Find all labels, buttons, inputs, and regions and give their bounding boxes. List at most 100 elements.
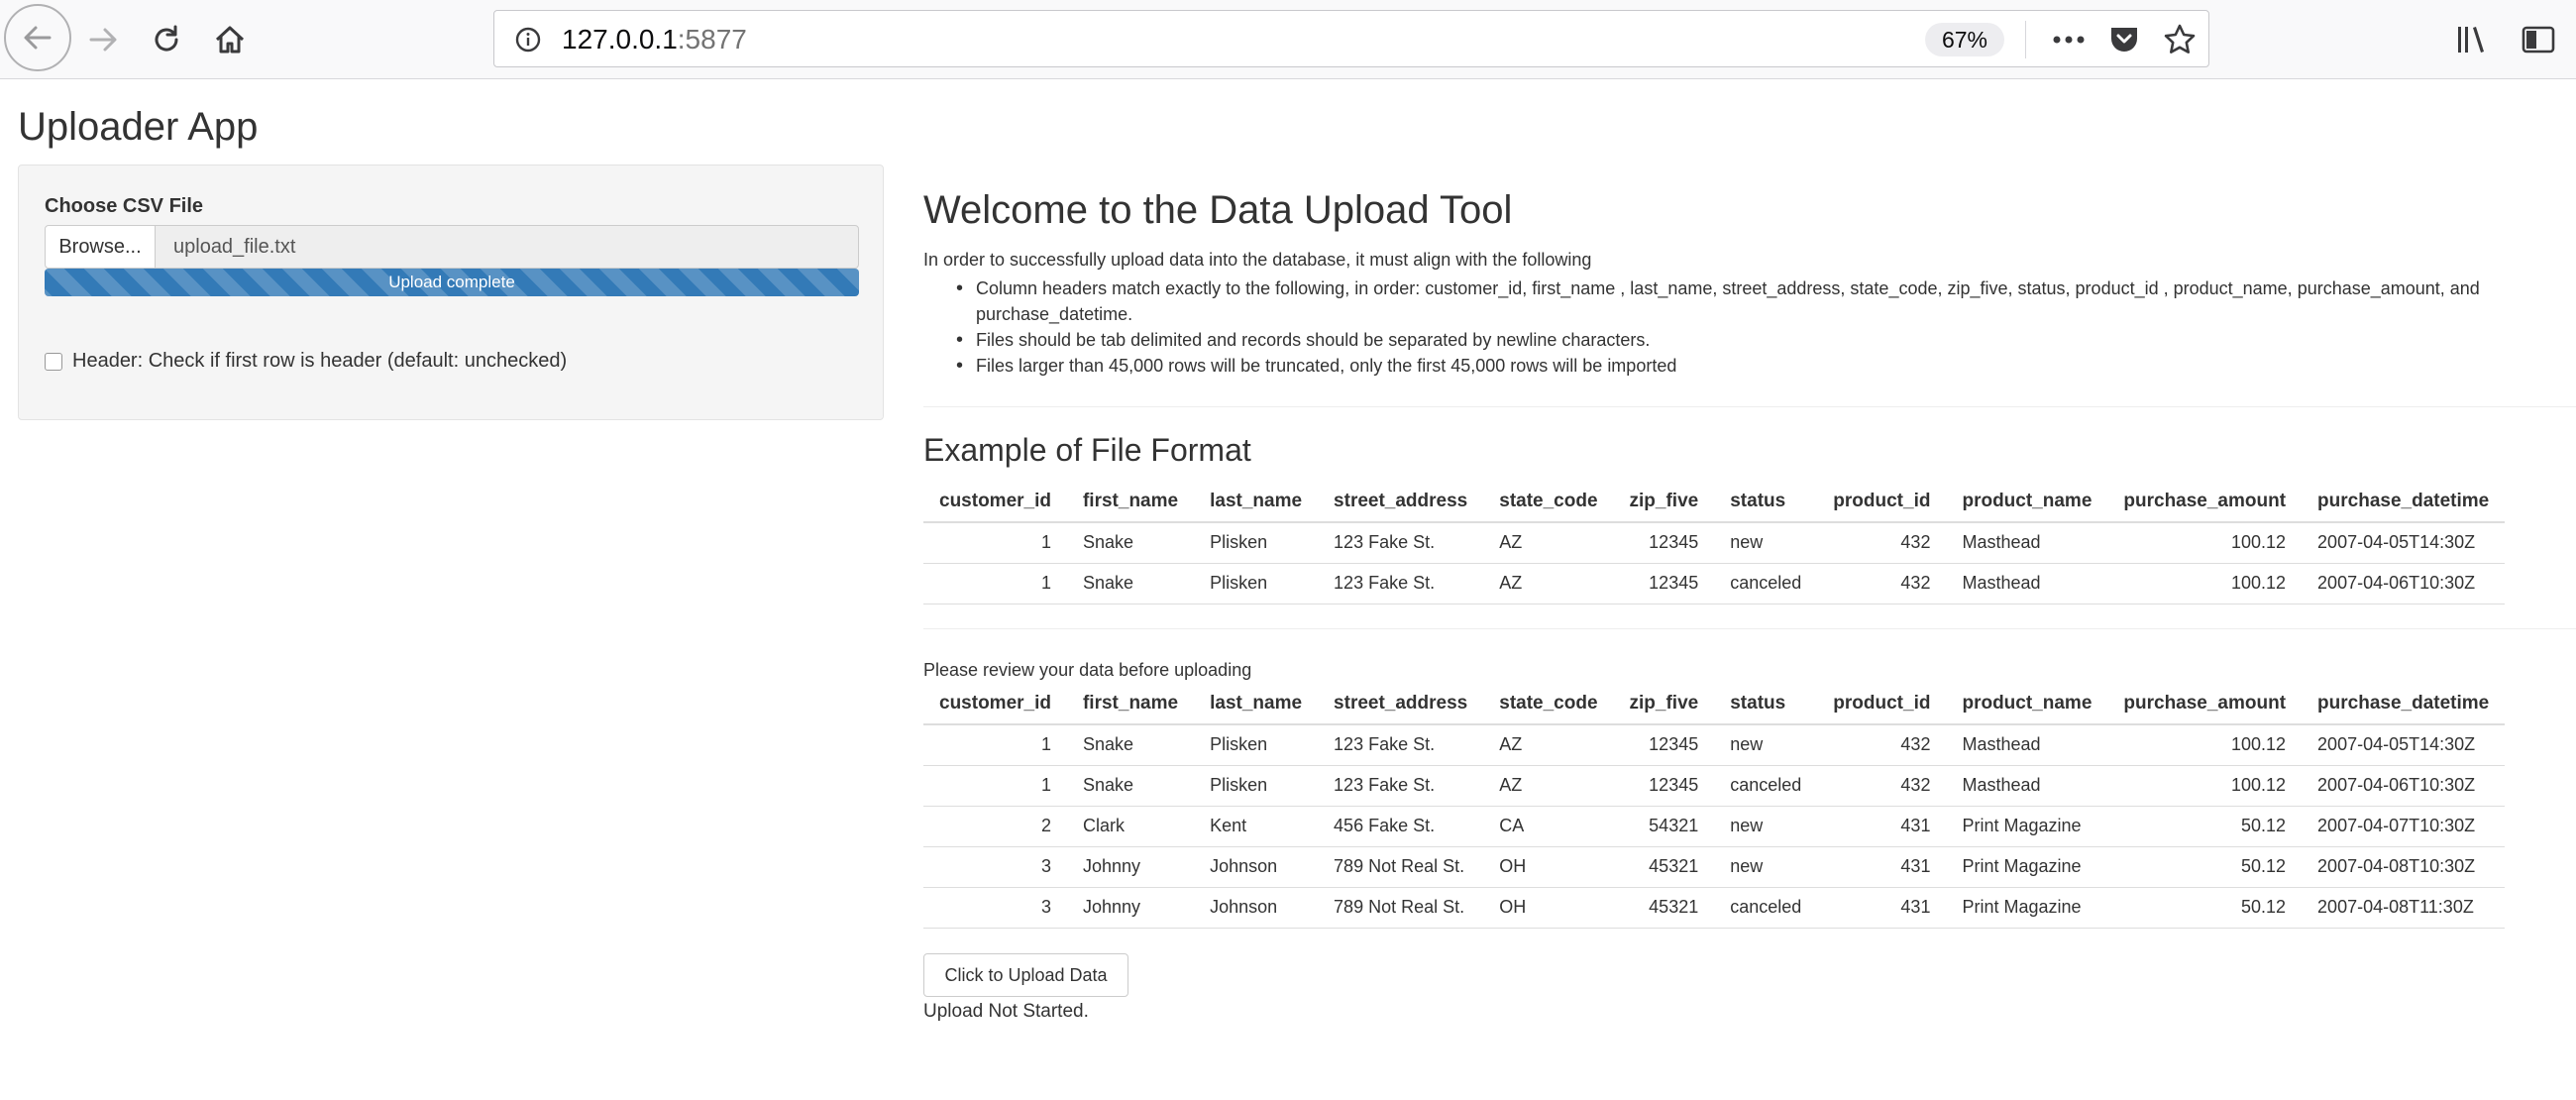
rule-item: Files should be tab delimited and record… — [923, 327, 2548, 353]
table-cell: AZ — [1483, 563, 1614, 605]
url-host: 127.0.0.1 — [562, 24, 678, 55]
table-cell: Johnson — [1194, 887, 1319, 929]
table-cell: 1 — [923, 563, 1067, 605]
url-port: :5877 — [677, 24, 747, 55]
table-cell: 100.12 — [2107, 563, 2303, 605]
table-cell: new — [1714, 806, 1818, 847]
column-header-customer-id: customer_id — [923, 683, 1067, 725]
upload-button[interactable]: Click to Upload Data — [923, 953, 1128, 997]
table-cell: 123 Fake St. — [1318, 563, 1484, 605]
table-cell: 12345 — [1613, 765, 1715, 807]
column-header-purchase-amount: purchase_amount — [2107, 683, 2303, 725]
table-cell: Johnny — [1066, 846, 1195, 888]
reload-icon — [155, 25, 178, 52]
table-cell: Snake — [1066, 522, 1195, 564]
table-cell: 2007-04-08T11:30Z — [2302, 887, 2506, 929]
table-cell: AZ — [1483, 522, 1614, 564]
table-cell: Plisken — [1194, 563, 1319, 605]
table-cell: AZ — [1483, 765, 1614, 807]
table-row: 2 Clark Kent 456 Fake St. CA 54321 new 431 Print… — [923, 806, 2506, 847]
column-header-zip-five: zip_five — [1613, 481, 1715, 523]
table-cell: 431 — [1817, 846, 1947, 888]
table-row: 1 Snake Plisken 123 Fake St. AZ 12345 new 432 Ma… — [923, 724, 2506, 766]
welcome-title: Welcome to the Data Upload Tool — [923, 188, 1513, 232]
url-bar[interactable]: 127.0.0.1:5877 67% — [493, 10, 2209, 67]
table-cell: new — [1714, 522, 1818, 564]
table-cell: Johnson — [1194, 846, 1319, 888]
table-cell: 50.12 — [2107, 846, 2303, 888]
table-row: 1 Snake Plisken 123 Fake St. AZ 12345 canceled… — [923, 765, 2506, 807]
column-header-purchase-datetime: purchase_datetime — [2302, 481, 2506, 523]
table-cell: 2007-04-06T10:30Z — [2302, 765, 2506, 807]
forward-button[interactable] — [81, 18, 125, 61]
table-cell: OH — [1483, 846, 1614, 888]
forward-arrow-icon — [89, 28, 117, 52]
table-cell: Snake — [1066, 765, 1195, 807]
column-header-first-name: first_name — [1066, 481, 1195, 523]
table-cell: 432 — [1817, 563, 1947, 605]
table-cell: 123 Fake St. — [1318, 724, 1484, 766]
browser-toolbar: 127.0.0.1:5877 67% — [0, 0, 2576, 79]
table-cell: canceled — [1714, 563, 1818, 605]
table-cell: 1 — [923, 724, 1067, 766]
upload-status: Upload Not Started. — [923, 1001, 1089, 1022]
file-input-group: Browse... upload_file.txt — [45, 225, 859, 269]
info-icon[interactable] — [514, 26, 542, 54]
library-icon[interactable] — [2451, 18, 2495, 61]
column-header-zip-five: zip_five — [1613, 683, 1715, 725]
table-cell: 789 Not Real St. — [1318, 846, 1484, 888]
pocket-icon[interactable] — [2105, 21, 2143, 58]
column-header-status: status — [1714, 481, 1818, 523]
upload-progress: Upload complete — [45, 269, 859, 296]
column-header-last-name: last_name — [1194, 683, 1319, 725]
file-input-label: Choose CSV File — [45, 195, 204, 217]
url-text: 127.0.0.1:5877 — [562, 24, 747, 55]
column-header-purchase-datetime: purchase_datetime — [2302, 683, 2506, 725]
rule-item: Files larger than 45,000 rows will be tr… — [923, 353, 2548, 379]
sidebar-icon[interactable] — [2517, 18, 2560, 61]
column-header-purchase-amount: purchase_amount — [2107, 481, 2303, 523]
example-title: Example of File Format — [923, 432, 1251, 468]
column-header-street-address: street_address — [1318, 683, 1484, 725]
table-cell: 54321 — [1613, 806, 1715, 847]
table-cell: 432 — [1817, 765, 1947, 807]
column-header-product-id: product_id — [1817, 481, 1947, 523]
table-cell: 2007-04-08T10:30Z — [2302, 846, 2506, 888]
table-cell: OH — [1483, 887, 1614, 929]
file-name-field[interactable]: upload_file.txt — [155, 225, 859, 269]
table-cell: CA — [1483, 806, 1614, 847]
table-cell: Print Magazine — [1946, 887, 2108, 929]
rule-item: Column headers match exactly to the foll… — [923, 275, 2548, 327]
more-icon[interactable] — [2050, 21, 2088, 58]
column-header-state-code: state_code — [1483, 481, 1614, 523]
home-button[interactable] — [208, 18, 252, 61]
divider — [923, 406, 2576, 407]
table-cell: Masthead — [1946, 765, 2108, 807]
review-table: customer_id first_name last_name street_add… — [923, 683, 2506, 929]
table-row: 3 Johnny Johnson 789 Not Real St. OH 45321 new… — [923, 846, 2506, 888]
browse-button[interactable]: Browse... — [45, 225, 156, 269]
table-cell: 123 Fake St. — [1318, 765, 1484, 807]
table-row: 1 Snake Plisken 123 Fake St. AZ 12345 new 432 Ma… — [923, 522, 2506, 564]
zoom-level-badge[interactable]: 67% — [1925, 23, 2004, 56]
home-icon — [215, 26, 245, 54]
back-button[interactable] — [4, 4, 71, 71]
table-cell: new — [1714, 846, 1818, 888]
table-cell: Masthead — [1946, 522, 2108, 564]
column-header-last-name: last_name — [1194, 481, 1319, 523]
table-cell: 1 — [923, 765, 1067, 807]
table-cell: 50.12 — [2107, 806, 2303, 847]
column-header-customer-id: customer_id — [923, 481, 1067, 523]
url-bar-divider — [2025, 21, 2026, 58]
app-title: Uploader App — [18, 105, 259, 149]
table-cell: 12345 — [1613, 563, 1715, 605]
table-cell: Print Magazine — [1946, 806, 2108, 847]
table-cell: new — [1714, 724, 1818, 766]
reload-button[interactable] — [145, 18, 188, 61]
table-cell: 456 Fake St. — [1318, 806, 1484, 847]
header-checkbox[interactable] — [45, 352, 62, 371]
header-checkbox-row[interactable]: Header: Check if first row is header (de… — [45, 350, 567, 373]
star-icon[interactable] — [2161, 21, 2199, 58]
table-cell: Johnny — [1066, 887, 1195, 929]
table-cell: Print Magazine — [1946, 846, 2108, 888]
